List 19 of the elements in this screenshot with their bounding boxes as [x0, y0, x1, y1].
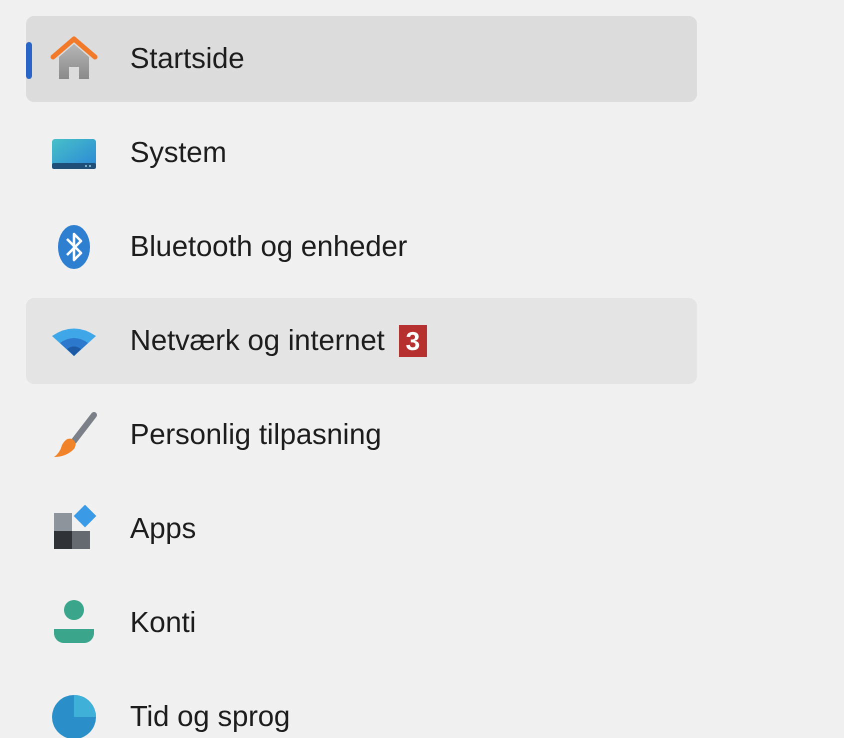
sidebar-item-label: Apps	[130, 512, 196, 546]
number-badge: 3	[398, 325, 428, 357]
sidebar-item[interactable]: System	[26, 110, 697, 196]
sidebar-item[interactable]: Personlig tilpasning	[26, 392, 697, 478]
sidebar-item-label: Personlig tilpasning	[130, 418, 382, 452]
sidebar-item[interactable]: Bluetooth og enheder	[26, 204, 697, 290]
sidebar-item[interactable]: Apps	[26, 486, 697, 572]
sidebar-item[interactable]: Netværk og internet 3	[26, 298, 697, 384]
sidebar-item-label: Netværk og internet	[130, 324, 385, 358]
sidebar-item[interactable]: Startside	[26, 16, 697, 102]
sidebar-item-label: Bluetooth og enheder	[130, 230, 408, 264]
sidebar-item[interactable]: Tid og sprog	[26, 674, 697, 738]
sidebar-item-label: System	[130, 136, 227, 170]
selection-indicator	[26, 42, 32, 79]
sidebar-item-label: Startside	[130, 42, 244, 76]
globe-icon	[50, 693, 98, 738]
sidebar-item-label: Tid og sprog	[130, 700, 290, 734]
sidebar-item[interactable]: Konti	[26, 580, 697, 666]
sidebar-item-label: Konti	[130, 606, 196, 640]
